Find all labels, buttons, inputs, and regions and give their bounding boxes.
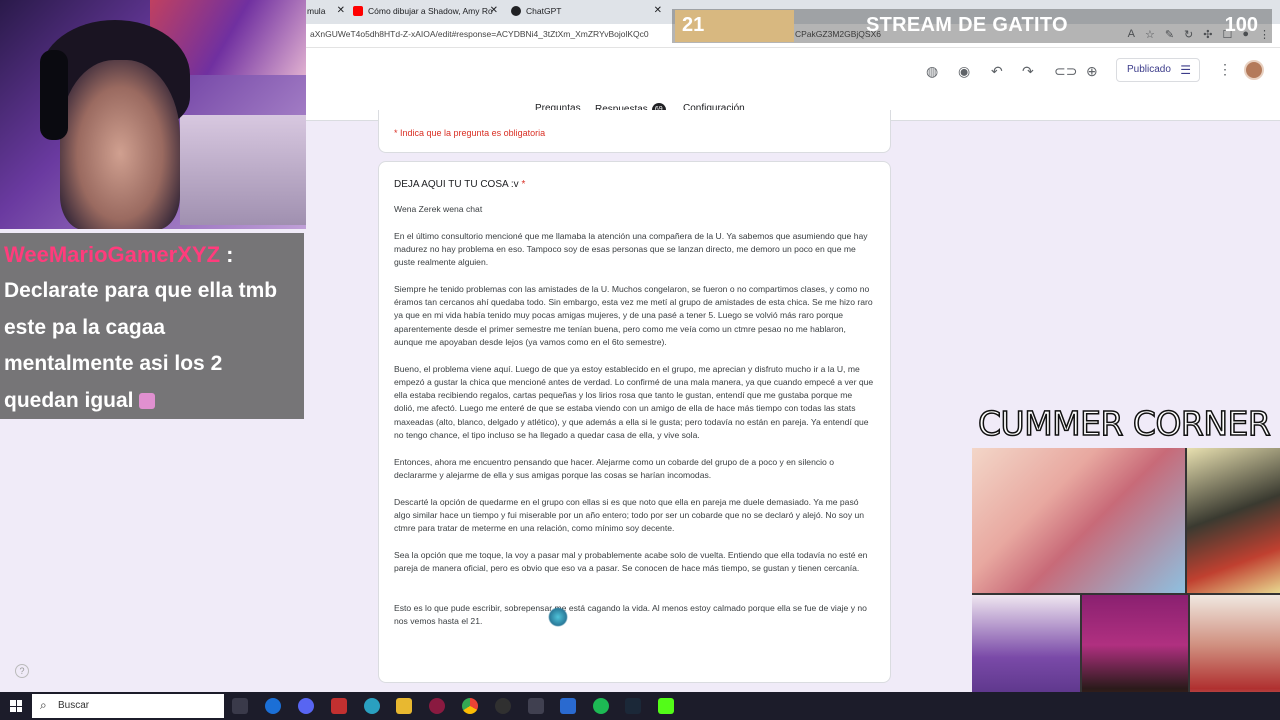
add-collaborator-icon[interactable]: ⊕: [1086, 63, 1098, 80]
chat-message-line: mentalmente asi los 2: [4, 352, 223, 375]
close-icon[interactable]: ✕: [490, 2, 498, 20]
browser-tab-youtube[interactable]: Cómo dibujar a Shadow, Amy Ro ✕: [350, 2, 504, 22]
browser-tab-chatgpt[interactable]: ChatGPT ✕: [508, 2, 668, 22]
question-title: DEJA AQUI TU TU COSA :v *: [394, 179, 525, 190]
app-icon[interactable]: [429, 698, 445, 714]
link-icon[interactable]: ⊂⊃: [1054, 63, 1077, 80]
answer-paragraph: Wena Zerek wena chat: [394, 204, 483, 214]
tab-label: ChatGPT: [526, 6, 562, 16]
figure-shelf: [180, 115, 306, 225]
chat-message-line: este pa la cagaa: [4, 315, 166, 339]
publish-settings-icon: ☰: [1180, 63, 1191, 77]
close-icon[interactable]: ✕: [337, 2, 345, 20]
obs-icon[interactable]: [495, 698, 511, 714]
headphones: [40, 50, 68, 140]
youtube-icon: [353, 6, 363, 16]
app-icon[interactable]: [560, 698, 576, 714]
edge-icon[interactable]: [265, 698, 281, 714]
app-icon[interactable]: [331, 698, 347, 714]
search-placeholder: Buscar: [58, 700, 90, 711]
discord-icon[interactable]: [298, 698, 314, 714]
webcam-overlay: [0, 0, 306, 229]
chrome-icon[interactable]: [462, 698, 478, 714]
chat-message-line-last: quedan igual: [4, 383, 300, 420]
streamer-face: [60, 60, 180, 229]
tab-label: Cómo dibujar a Shadow, Amy Ro: [368, 6, 493, 16]
answer-paragraph: Sea la opción que me toque, la voy a pas…: [394, 549, 868, 574]
corner-title: CUMMER CORNER: [977, 403, 1271, 444]
app-icon[interactable]: [528, 698, 544, 714]
undo-icon[interactable]: ↶: [991, 63, 1003, 80]
tab-label: mula: [307, 6, 326, 16]
answer-paragraph: Bueno, el problema viene aquí. Luego de …: [394, 363, 874, 441]
browser-tab[interactable]: ✕ mula: [305, 2, 347, 22]
chat-colon: :: [226, 242, 234, 267]
collage-image: [1187, 448, 1280, 593]
chat-username: WeeMarioGamerXYZ :: [4, 237, 300, 273]
file-explorer-icon[interactable]: [396, 698, 412, 714]
answer-paragraph: Entonces, ahora me encuentro pensando qu…: [394, 456, 835, 480]
required-note: * Indica que la pregunta es obligatoria: [394, 128, 546, 138]
kick-icon[interactable]: [658, 698, 674, 714]
chatgpt-icon: [511, 6, 521, 16]
avatar[interactable]: [1244, 60, 1264, 80]
stream-goal-bar: 21 STREAM DE GATITO 100: [672, 9, 1272, 43]
answer-paragraph: Siempre he tenido problemas con las amis…: [394, 283, 873, 347]
answer-paragraph: Esto es lo que pude escribir, sobrepensa…: [394, 602, 867, 627]
taskbar-search[interactable]: ⌕ Buscar: [32, 694, 224, 718]
help-icon[interactable]: ?: [15, 664, 29, 678]
search-icon: ⌕: [40, 698, 47, 712]
goal-target-count: 100: [1224, 14, 1258, 36]
goal-current-count: 21: [682, 14, 705, 36]
chat-message-text: quedan igual: [4, 388, 134, 412]
answer-paragraph: En el último consultorio mencioné que me…: [394, 230, 868, 268]
chat-message-line: Declarate para que ella tmb: [4, 279, 278, 302]
published-button[interactable]: Publicado ☰: [1116, 58, 1200, 82]
close-icon[interactable]: ✕: [654, 2, 662, 20]
required-asterisk: *: [521, 179, 526, 190]
redo-icon[interactable]: ↷: [1022, 63, 1034, 80]
cursor-sprite: [548, 607, 568, 627]
more-options-icon[interactable]: ⋮: [1218, 61, 1232, 78]
windows-start-icon[interactable]: [10, 700, 22, 712]
preview-eye-icon[interactable]: ◉: [958, 63, 970, 80]
task-view-icon[interactable]: [232, 698, 248, 714]
steam-icon[interactable]: [625, 698, 641, 714]
stream-title: STREAM DE GATITO: [866, 14, 1068, 36]
emote-icon: [139, 392, 156, 409]
response-answer: Wena Zerek wena chat En el último consul…: [394, 203, 874, 642]
chat-username-text: WeeMarioGamerXYZ: [4, 242, 221, 267]
answer-paragraph: Descarté la opción de quedarme en el gru…: [394, 496, 865, 534]
collage-image: [972, 448, 1185, 593]
url-text[interactable]: aXnGUWeT4o5dh8HTd-Z-xAIOA/edit#response=…: [310, 29, 649, 39]
app-icon[interactable]: [364, 698, 380, 714]
windows-taskbar: ⌕ Buscar: [0, 692, 1280, 720]
question-title-text: DEJA AQUI TU TU COSA :v: [394, 179, 519, 190]
palette-icon[interactable]: ◍: [926, 63, 938, 80]
chat-overlay: WeeMarioGamerXYZ : Declarate para que el…: [0, 233, 304, 419]
published-label: Publicado: [1127, 64, 1171, 75]
spotify-icon[interactable]: [593, 698, 609, 714]
image-collage: [972, 448, 1280, 720]
